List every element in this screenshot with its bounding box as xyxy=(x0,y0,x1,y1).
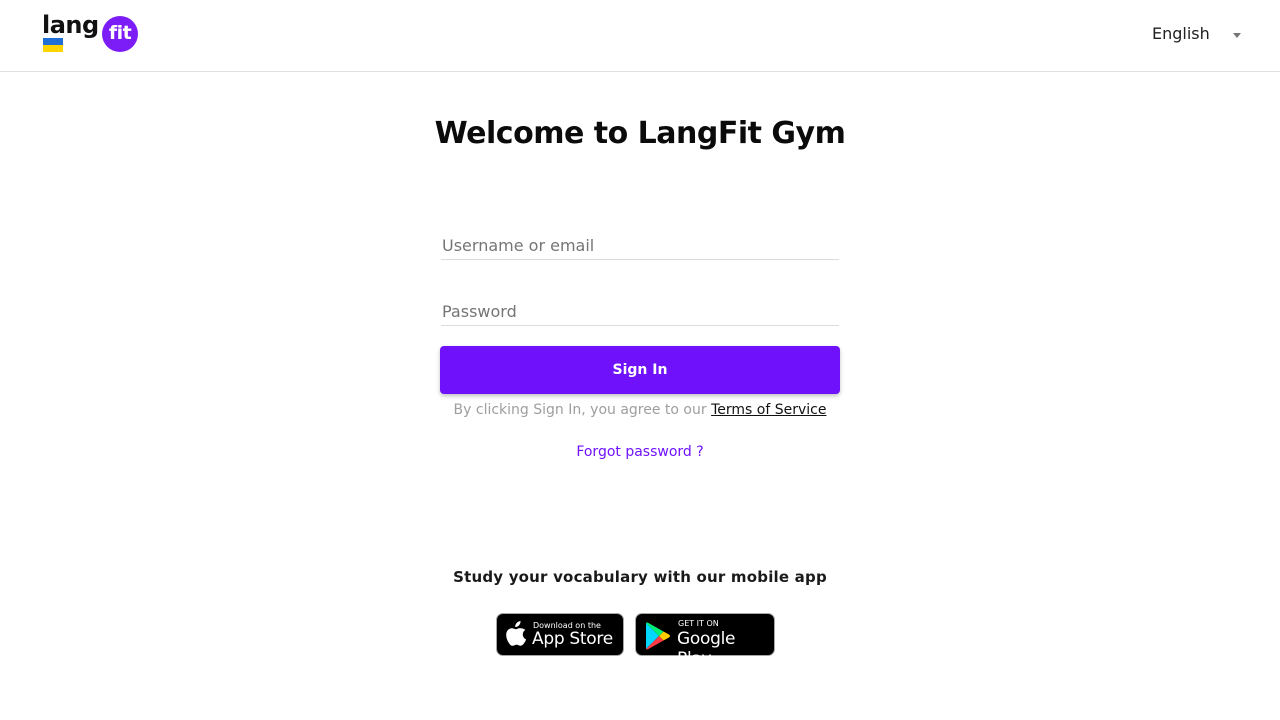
forgot-password-link[interactable]: Forgot password ? xyxy=(540,444,740,460)
ukraine-flag-icon xyxy=(43,38,63,52)
logo-wordmark: lang xyxy=(42,11,99,39)
google-play-name: Google Play xyxy=(677,629,736,669)
username-input[interactable] xyxy=(441,232,839,259)
top-bar: lang fit English xyxy=(0,0,1280,72)
language-select[interactable]: English xyxy=(1140,18,1252,54)
apple-icon xyxy=(506,621,527,646)
mobile-app-promo: Study your vocabulary with our mobile ap… xyxy=(453,568,827,586)
logo-badge: fit xyxy=(102,16,138,52)
page-title: Welcome to LangFit Gym xyxy=(434,116,846,151)
password-input[interactable] xyxy=(441,298,839,325)
google-play-icon xyxy=(646,622,670,650)
username-field xyxy=(441,232,839,260)
terms-of-service-link[interactable]: Terms of Service xyxy=(711,402,826,418)
appstore-name: App Store xyxy=(532,629,613,649)
sign-in-button[interactable]: Sign In xyxy=(440,346,840,394)
google-play-badge[interactable]: GET IT ON Google Play xyxy=(635,613,775,669)
terms-notice: By clicking Sign In, you agree to our Te… xyxy=(400,402,880,418)
app-store-badge[interactable]: Download on the App Store xyxy=(496,613,624,656)
password-field xyxy=(441,298,839,326)
language-selected-value: English xyxy=(1152,24,1210,43)
terms-prefix-text: By clicking Sign In, you agree to our xyxy=(453,402,707,418)
langfit-logo[interactable]: lang fit xyxy=(42,11,138,54)
google-play-caption: GET IT ON xyxy=(678,619,719,628)
chevron-down-icon xyxy=(1233,33,1241,38)
